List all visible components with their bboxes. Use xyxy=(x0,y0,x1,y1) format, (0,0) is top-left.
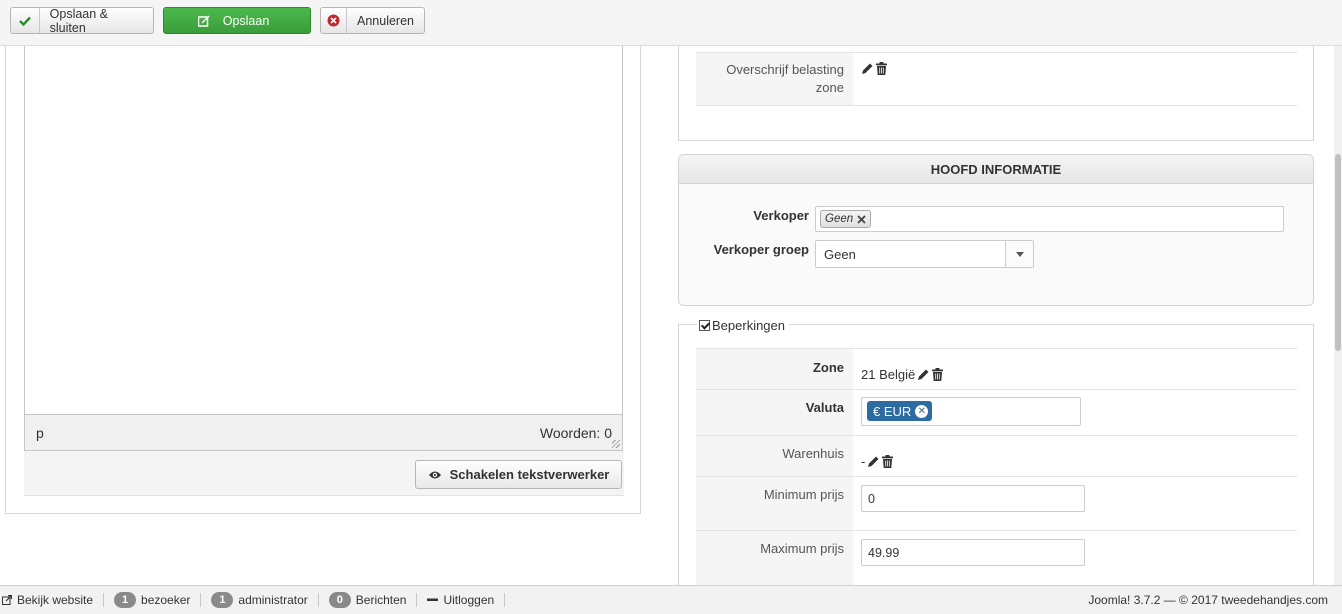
statusbar: Bekijk website 1 bezoeker 1 administrato… xyxy=(0,585,1342,614)
min-price-label: Minimum prijs xyxy=(696,477,853,530)
edit-icon xyxy=(195,8,213,33)
messages-link[interactable]: 0 Berichten xyxy=(319,592,418,608)
word-count: Woorden: 0 xyxy=(539,424,612,441)
eye-icon xyxy=(428,470,442,480)
seller-input[interactable]: Geen xyxy=(815,206,1284,232)
save-and-close-label: Opslaan & sluiten xyxy=(49,6,109,35)
tax-override-label: Overschrijf belasting zone xyxy=(696,53,853,105)
scrollbar-thumb[interactable] xyxy=(1335,154,1341,351)
pencil-icon[interactable] xyxy=(917,368,930,381)
restrictions-checkbox[interactable] xyxy=(699,320,710,331)
restrictions-legend[interactable]: Beperkingen xyxy=(697,318,789,333)
max-price-label: Maximum prijs xyxy=(696,531,853,587)
view-site-link[interactable]: Bekijk website xyxy=(0,593,105,607)
editor-panel: p Woorden: 0 Schakelen tekstverwerker xyxy=(5,46,641,514)
main-info-panel: HOOFD INFORMATIE Verkoper Geen Verkoper … xyxy=(678,154,1314,306)
tax-override-row: Overschrijf belasting zone xyxy=(696,52,1297,106)
cancel-circle-icon xyxy=(321,8,347,33)
version-copyright: Joomla! 3.7.2 — © 2017 tweedehandjes.com xyxy=(1088,593,1328,607)
editor-content-area[interactable] xyxy=(24,46,623,415)
toolbar: Opslaan & sluiten Opslaan Annuleren xyxy=(0,0,1342,46)
toggle-editor-label: Schakelen tekstverwerker xyxy=(449,467,610,482)
editor-path[interactable]: p xyxy=(36,425,44,441)
warehouse-row: Warenhuis - xyxy=(696,436,1297,477)
currency-input[interactable]: € EUR ✕ xyxy=(861,397,1081,426)
editor-statusbar: p Woorden: 0 xyxy=(24,414,623,451)
trash-icon[interactable] xyxy=(882,454,894,468)
seller-label: Verkoper xyxy=(753,208,809,223)
chevron-down-icon[interactable] xyxy=(1005,241,1033,267)
cancel-button[interactable]: Annuleren xyxy=(320,7,425,34)
resize-handle-icon[interactable] xyxy=(612,440,620,448)
currency-chip: € EUR ✕ xyxy=(867,401,933,421)
max-price-input[interactable] xyxy=(861,539,1085,566)
remove-chip-icon[interactable] xyxy=(857,214,866,224)
remove-chip-icon[interactable]: ✕ xyxy=(915,404,929,418)
save-and-close-button[interactable]: Opslaan & sluiten xyxy=(10,6,154,35)
visitors-status: 1 bezoeker xyxy=(104,592,202,608)
trash-icon[interactable] xyxy=(932,367,944,381)
checkmark-icon xyxy=(11,8,40,33)
trash-icon[interactable] xyxy=(876,62,887,75)
visitors-badge: 1 xyxy=(114,592,137,608)
save-label: Opslaan xyxy=(222,13,270,28)
warehouse-label: Warenhuis xyxy=(696,436,853,476)
pencil-icon[interactable] xyxy=(861,62,874,75)
admins-status: 1 administrator xyxy=(201,592,319,608)
seller-chip: Geen xyxy=(820,210,872,228)
pencil-icon[interactable] xyxy=(867,455,880,468)
toggle-editor-button[interactable]: Schakelen tekstverwerker xyxy=(415,460,622,489)
zone-value: 21 België xyxy=(861,366,916,382)
min-price-input[interactable] xyxy=(861,485,1085,512)
seller-group-value: Geen xyxy=(824,246,856,262)
main-info-header: HOOFD INFORMATIE xyxy=(679,155,1313,184)
seller-group-label: Verkoper groep xyxy=(713,242,809,257)
messages-badge: 0 xyxy=(328,592,351,608)
minus-icon xyxy=(427,598,439,602)
restrictions-fieldset: Beperkingen Zone 21 België Valuta € EUR … xyxy=(678,318,1314,587)
vertical-scrollbar[interactable] xyxy=(1334,46,1342,585)
tax-override-section: Overschrijf belasting zone xyxy=(678,46,1314,141)
currency-label: Valuta xyxy=(696,390,853,435)
external-link-icon xyxy=(2,595,12,605)
zone-row: Zone 21 België xyxy=(696,348,1297,390)
seller-group-select[interactable]: Geen xyxy=(815,240,1034,268)
editor-footer: Schakelen tekstverwerker xyxy=(24,451,624,496)
save-button[interactable]: Opslaan xyxy=(163,7,311,34)
cancel-label: Annuleren xyxy=(357,13,414,28)
logout-link[interactable]: Uitloggen xyxy=(417,593,506,607)
zone-label: Zone xyxy=(696,349,853,389)
restrictions-legend-label: Beperkingen xyxy=(712,318,785,333)
warehouse-value: - xyxy=(861,453,866,469)
admins-badge: 1 xyxy=(211,592,234,608)
